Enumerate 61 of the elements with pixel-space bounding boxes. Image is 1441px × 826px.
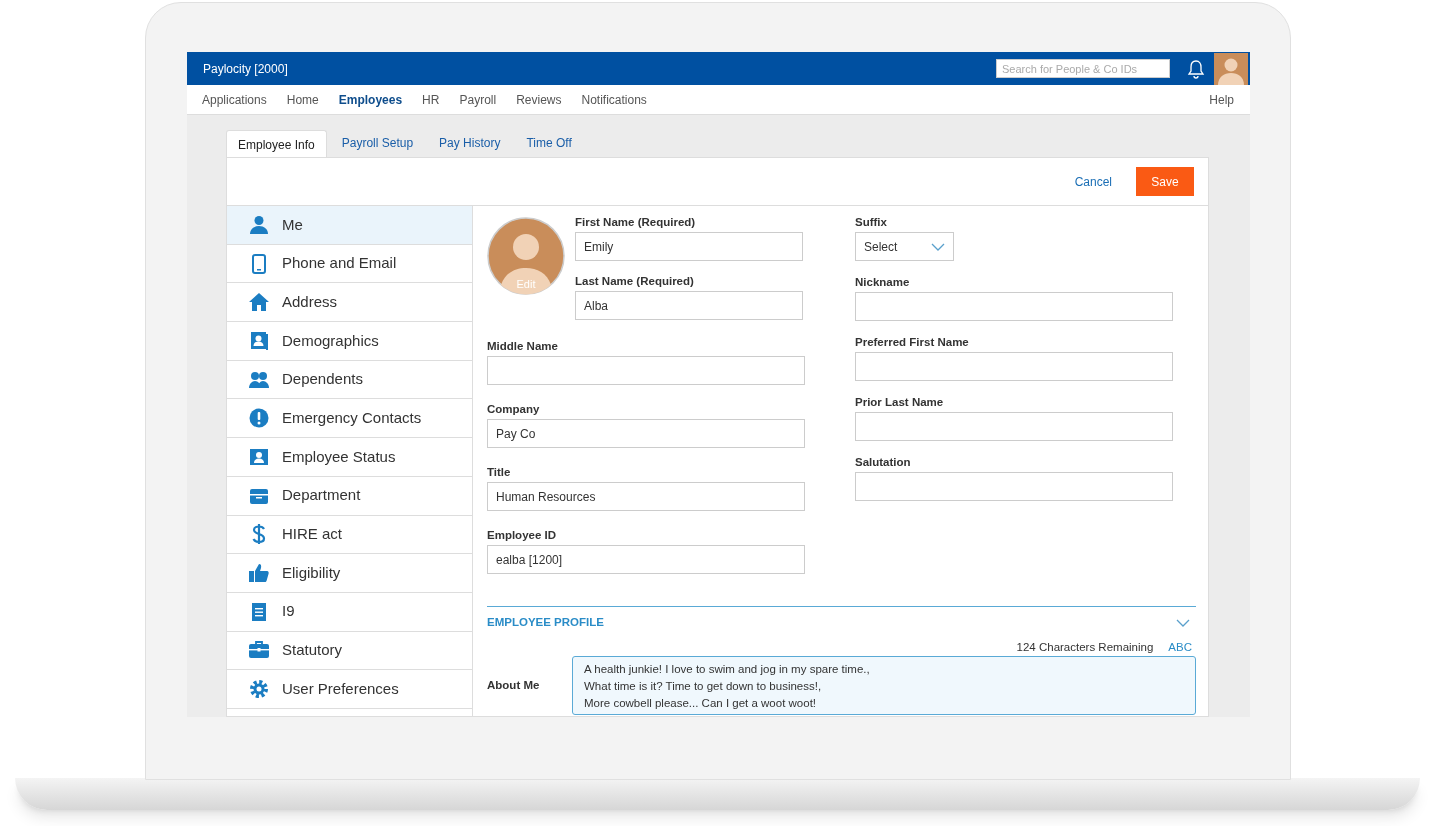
nav-link[interactable]: Payroll [459, 90, 497, 109]
section-heading: EMPLOYEE PROFILE [487, 615, 604, 631]
textarea-line: What time is it? Time to get down to business!, [584, 679, 823, 694]
character-counter: 124 Characters Remaining [1016, 640, 1154, 655]
suffix-select[interactable]: Select [855, 232, 954, 261]
input-field[interactable] [855, 472, 1173, 501]
briefcase-icon [249, 640, 269, 661]
document-icon [249, 601, 269, 622]
exclamation-icon [249, 408, 269, 429]
textarea-line: More cowbell please... Can I get a woot woot! [584, 696, 818, 711]
app-title: Paylocity [2000] [203, 60, 288, 78]
field-label: About Me [487, 678, 541, 693]
input-field[interactable]: Alba [575, 291, 803, 320]
about-me-textarea[interactable]: A health junkie! I love to swim and jog in my spare time., What time is it? Time to get down to business!, More cowbell please... Can I get a woot woot! [572, 656, 1196, 715]
avatar-icon [487, 217, 565, 295]
tab[interactable]: Time Off [515, 129, 583, 157]
input-field[interactable]: Human Resources [487, 482, 805, 511]
input-field[interactable] [855, 292, 1173, 321]
input-field[interactable]: ealba [1200] [487, 545, 805, 574]
search-field[interactable]: Search for People & Co IDs [996, 59, 1170, 78]
field-label: Preferred First Name [855, 335, 970, 350]
input-field[interactable] [855, 352, 1173, 381]
field-label: First Name (Required) [575, 215, 697, 230]
field-label: Nickname [855, 275, 911, 290]
textarea-line: A health junkie! I love to swim and jog in my spare time., [584, 662, 871, 677]
nav-link[interactable]: HR [422, 90, 440, 109]
nav-link[interactable]: Notifications [581, 90, 647, 109]
home-icon [249, 292, 269, 313]
spellcheck-link[interactable]: ABC [1168, 639, 1192, 657]
people-icon [249, 369, 269, 390]
input-field[interactable]: Pay Co [487, 419, 805, 448]
settings-icon [249, 679, 269, 700]
cancel-button[interactable]: Cancel [1074, 172, 1112, 191]
chevron-down-icon [931, 242, 945, 251]
tab[interactable]: Employee Info [226, 130, 327, 158]
help-link[interactable]: Help [1209, 90, 1234, 109]
field-label: Salutation [855, 455, 912, 470]
field-label: Employee ID [487, 528, 558, 543]
nav-link[interactable]: Reviews [516, 90, 562, 109]
avatar-icon [1214, 52, 1248, 85]
contact-card-icon [249, 330, 269, 351]
id-card-icon [249, 446, 269, 467]
field-label: Last Name (Required) [575, 274, 695, 289]
field-label: Suffix [855, 215, 888, 230]
input-field[interactable] [487, 356, 805, 385]
input-field[interactable] [855, 412, 1173, 441]
nav-link[interactable]: Home [286, 90, 319, 109]
person-icon [249, 214, 269, 235]
tab[interactable]: Payroll Setup [330, 129, 425, 157]
field-label: Middle Name [487, 339, 559, 354]
field-label: Prior Last Name [855, 395, 945, 410]
phone-icon [249, 253, 269, 274]
field-label: Company [487, 402, 541, 417]
notification-bell-icon [1186, 58, 1206, 79]
tab[interactable]: Pay History [428, 129, 512, 157]
thumbs-up-icon [249, 563, 269, 584]
sidebar-item[interactable]: Me [227, 206, 472, 245]
nav-link[interactable]: Employees [338, 90, 403, 109]
field-label: Title [487, 465, 512, 480]
input-field[interactable]: Emily [575, 232, 803, 261]
nav-link[interactable]: Applications [202, 90, 267, 109]
